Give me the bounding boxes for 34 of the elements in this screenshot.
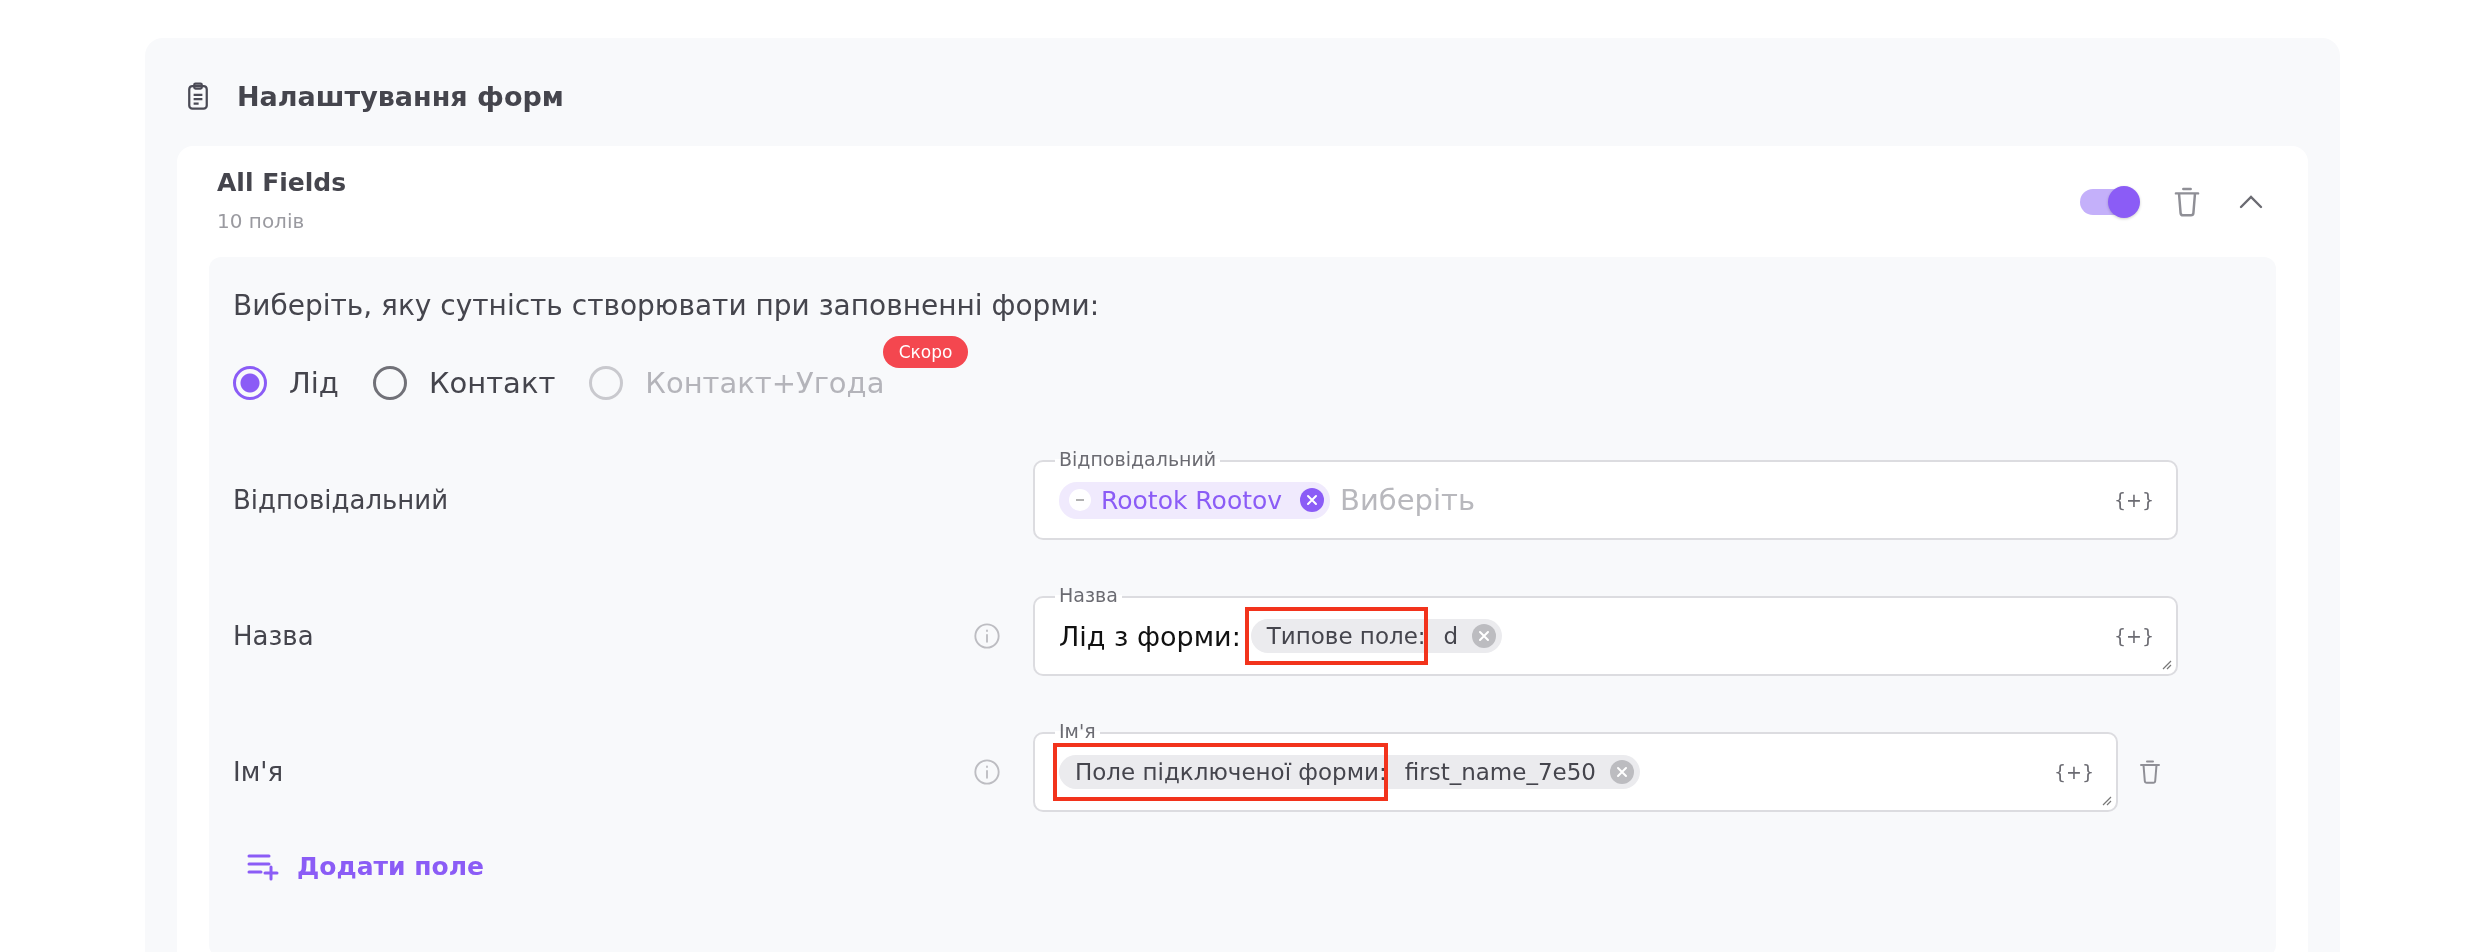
insert-variable-button[interactable]: {+} [2053,761,2094,783]
remove-icon[interactable] [1472,624,1497,648]
value-chip[interactable]: Rootok Rootov [1059,481,1331,519]
remove-icon[interactable] [1300,488,1325,512]
field-label: Назва [233,621,315,651]
trash-icon[interactable] [2172,186,2202,218]
field-placeholder: Виберіть [1340,483,1475,517]
radio-option[interactable]: Контакт [372,366,556,400]
trash-icon[interactable] [2138,758,2162,786]
field-label: Відповідальний [233,485,450,515]
insert-variable-button[interactable]: {+} [2113,489,2154,511]
section-title: Налаштування форм [237,80,564,112]
value-chip[interactable]: Типове поле: d [1250,619,1503,653]
chip-prefix: Поле підключеної форми: [1075,759,1387,785]
info-icon[interactable] [973,622,1001,650]
chevron-icon[interactable] [2238,194,2264,210]
field-text: Лід з форми: [1059,620,1241,652]
entity-question: Виберіть, яку сутність створювати при заповненні форми: [233,289,1101,322]
add-field-button[interactable]: Додати поле [247,852,484,881]
add-list-icon [247,852,279,881]
radio-circle[interactable] [372,366,407,400]
value-chip[interactable]: Поле підключеної форми: first_name_7e50 [1059,755,1640,789]
remove-icon[interactable] [1610,760,1634,784]
radio-option[interactable]: Лід [233,366,339,400]
field-label: Ім'я [233,757,285,787]
avatar-icon [1069,489,1091,511]
soon-badge: Скоро [882,336,969,368]
form-name: All Fields [217,168,347,197]
chip-prefix: Типове поле: [1266,623,1426,649]
field-legend: Відповідальний [1055,448,1221,470]
field-count: 10 полів [217,209,306,233]
insert-variable-button[interactable]: {+} [2113,625,2154,647]
radio-circle[interactable] [233,366,267,400]
info-icon[interactable] [973,758,1001,786]
